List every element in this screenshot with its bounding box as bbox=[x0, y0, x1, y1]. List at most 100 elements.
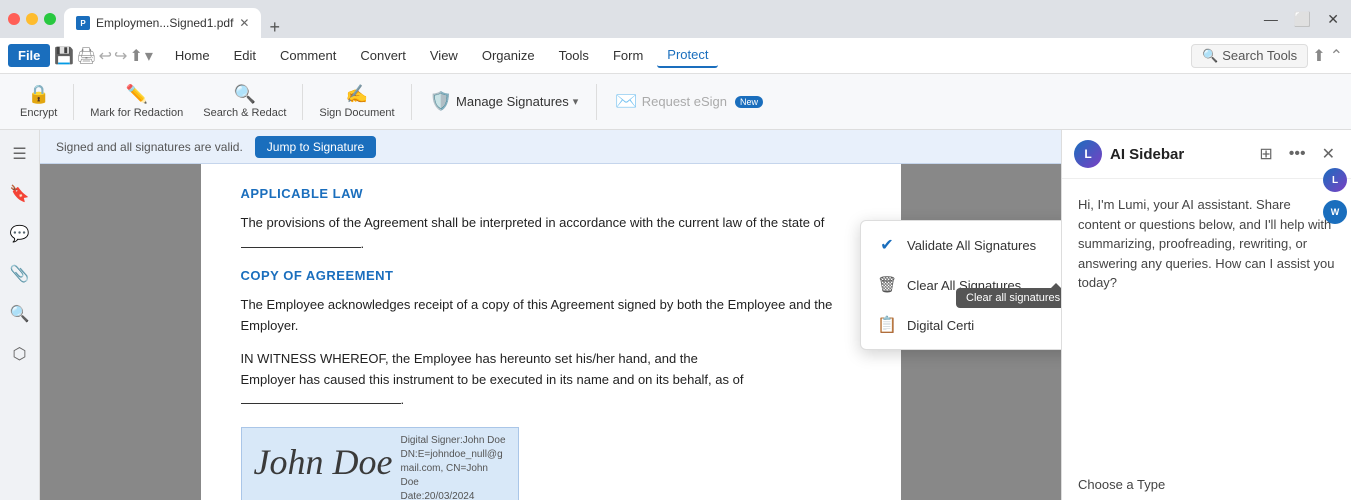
sign-doc-label: Sign Document bbox=[319, 107, 394, 119]
menu-protect[interactable]: Protect bbox=[657, 43, 718, 68]
tab-close-btn[interactable]: ✕ bbox=[239, 16, 249, 30]
validate-icon: ✔ bbox=[877, 235, 897, 255]
encrypt-btn[interactable]: 🔒 Encrypt bbox=[12, 80, 65, 123]
tab-bar: P Employmen...Signed1.pdf ✕ + bbox=[64, 0, 1252, 38]
menu-left: File 💾 🖨 ↩ ↪ ⬆ ▾ Home Edit Comment Conve… bbox=[8, 43, 718, 68]
search-tools-icon: 🔍 bbox=[1202, 48, 1218, 64]
section1-title: APPLICABLE LAW bbox=[241, 184, 861, 205]
sig-name: John Doe bbox=[254, 434, 393, 492]
browser-controls bbox=[8, 13, 56, 25]
divider-1 bbox=[73, 84, 74, 120]
menu-tools[interactable]: Tools bbox=[549, 44, 599, 67]
ai-filter-btn[interactable]: ⊞ bbox=[1255, 142, 1276, 166]
validate-all-sigs-item[interactable]: ✔ Validate All Signatures bbox=[861, 225, 1061, 265]
encrypt-icon: 🔒 bbox=[27, 84, 49, 105]
browser-tab[interactable]: P Employmen...Signed1.pdf ✕ bbox=[64, 8, 261, 38]
manage-sig-label: Manage Signatures bbox=[456, 94, 569, 109]
menu-bar: File 💾 🖨 ↩ ↪ ⬆ ▾ Home Edit Comment Conve… bbox=[0, 38, 1351, 74]
search-redact-icon: 🔍 bbox=[234, 84, 256, 105]
close-btn[interactable]: ✕ bbox=[1323, 9, 1343, 30]
upload-cloud-btn[interactable]: ⬆ bbox=[1312, 46, 1325, 66]
menu-organize[interactable]: Organize bbox=[472, 44, 545, 67]
restore-btn[interactable]: ⬜ bbox=[1290, 9, 1315, 30]
left-sidebar: ☰ 🔖 💬 📎 🔍 ⬡ bbox=[0, 130, 40, 500]
request-esign-badge: New bbox=[735, 96, 763, 108]
undo-btn[interactable]: ↩ bbox=[99, 46, 112, 66]
toolbar: 🔒 Encrypt ✏️ Mark for Redaction 🔍 Search… bbox=[0, 74, 1351, 130]
save-btn[interactable]: 💾 bbox=[54, 46, 74, 66]
ai-close-btn[interactable]: ✕ bbox=[1318, 142, 1339, 166]
collapse-btn[interactable]: ⌃ bbox=[1330, 46, 1343, 66]
ai-sidebar-header: L AI Sidebar ⊞ ••• ✕ bbox=[1062, 130, 1351, 179]
menu-home[interactable]: Home bbox=[165, 44, 220, 67]
blank-date bbox=[241, 403, 401, 404]
ai-sidebar: L AI Sidebar ⊞ ••• ✕ Hi, I'm Lumi, your … bbox=[1061, 130, 1351, 500]
dropdown-arrow-btn[interactable]: ▾ bbox=[145, 46, 153, 66]
sidebar-comment-icon[interactable]: 💬 bbox=[4, 218, 36, 250]
menu-edit[interactable]: Edit bbox=[224, 44, 266, 67]
minimize-btn[interactable]: — bbox=[1260, 9, 1282, 29]
ai-sidebar-title: AI Sidebar bbox=[1110, 146, 1247, 163]
pdf-content: APPLICABLE LAW The provisions of the Agr… bbox=[201, 164, 901, 500]
word-quick-icon[interactable]: W bbox=[1323, 200, 1347, 224]
blank-state bbox=[241, 247, 361, 248]
manage-sig-chevron: ▾ bbox=[573, 95, 579, 108]
ai-content: Hi, I'm Lumi, your AI assistant. Share c… bbox=[1062, 179, 1351, 477]
sidebar-bookmark-icon[interactable]: 🔖 bbox=[4, 178, 36, 210]
search-redact-btn[interactable]: 🔍 Search & Redact bbox=[195, 80, 294, 123]
maximize-window-btn[interactable] bbox=[44, 13, 56, 25]
print-btn[interactable]: 🖨 bbox=[76, 46, 96, 66]
app-container: File 💾 🖨 ↩ ↪ ⬆ ▾ Home Edit Comment Conve… bbox=[0, 38, 1351, 500]
signature-bar: Signed and all signatures are valid. Jum… bbox=[40, 130, 1061, 164]
clear-sigs-icon: 🗑 bbox=[877, 275, 897, 295]
divider-4 bbox=[596, 84, 597, 120]
sidebar-layers-icon[interactable]: ⬡ bbox=[4, 338, 36, 370]
menu-form[interactable]: Form bbox=[603, 44, 653, 67]
lumi-quick-icon[interactable]: L bbox=[1323, 168, 1347, 192]
mark-redaction-btn[interactable]: ✏️ Mark for Redaction bbox=[82, 80, 191, 123]
search-tools-btn[interactable]: 🔍 Search Tools bbox=[1191, 44, 1308, 68]
manage-signatures-dropdown: ✔ Validate All Signatures 🗑 Clear All Si… bbox=[860, 220, 1061, 350]
search-redact-label: Search & Redact bbox=[203, 107, 286, 119]
mark-redaction-label: Mark for Redaction bbox=[90, 107, 183, 119]
sig-valid-text: Signed and all signatures are valid. bbox=[56, 140, 243, 154]
redo-btn[interactable]: ↪ bbox=[114, 46, 127, 66]
content-area: ☰ 🔖 💬 📎 🔍 ⬡ Signed and all signatures ar… bbox=[0, 130, 1351, 500]
lumi-avatar: L bbox=[1074, 140, 1102, 168]
pdf-para3: IN WITNESS WHEREOF, the Employee has her… bbox=[241, 349, 861, 411]
sign-doc-btn[interactable]: ✍️ Sign Document bbox=[311, 80, 402, 123]
digital-cert-item[interactable]: 📋 Digital Certi bbox=[861, 305, 1061, 345]
share-btn[interactable]: ⬆ bbox=[129, 46, 142, 66]
minimize-window-btn[interactable] bbox=[26, 13, 38, 25]
sig-details: Digital Signer:John Doe DN:E=johndoe_nul… bbox=[400, 434, 505, 500]
sidebar-search-icon[interactable]: 🔍 bbox=[4, 298, 36, 330]
signature-block: John Doe Digital Signer:John Doe DN:E=jo… bbox=[241, 427, 861, 500]
menu-convert[interactable]: Convert bbox=[350, 44, 416, 67]
sig-image-block: John Doe Digital Signer:John Doe DN:E=jo… bbox=[241, 427, 519, 500]
jump-to-signature-btn[interactable]: Jump to Signature bbox=[255, 136, 376, 158]
section2-title: COPY OF AGREEMENT bbox=[241, 266, 861, 287]
ai-more-btn[interactable]: ••• bbox=[1285, 143, 1310, 165]
close-window-btn[interactable] bbox=[8, 13, 20, 25]
sidebar-attachment-icon[interactable]: 📎 bbox=[4, 258, 36, 290]
encrypt-label: Encrypt bbox=[20, 107, 57, 119]
menu-comment[interactable]: Comment bbox=[270, 44, 346, 67]
browser-right-controls: — ⬜ ✕ bbox=[1260, 9, 1343, 30]
ai-message: Hi, I'm Lumi, your AI assistant. Share c… bbox=[1078, 195, 1335, 293]
search-tools-label: Search Tools bbox=[1222, 48, 1297, 63]
tab-title: Employmen...Signed1.pdf bbox=[96, 16, 233, 30]
browser-chrome: P Employmen...Signed1.pdf ✕ + — ⬜ ✕ bbox=[0, 0, 1351, 38]
mark-redaction-icon: ✏️ bbox=[126, 84, 148, 105]
divider-2 bbox=[302, 84, 303, 120]
main-content: Signed and all signatures are valid. Jum… bbox=[40, 130, 1061, 500]
request-esign-label: Request eSign bbox=[642, 94, 727, 109]
request-esign-btn[interactable]: ✉️ Request eSign New bbox=[605, 87, 773, 116]
manage-signatures-btn[interactable]: 🛡️ Manage Signatures ▾ bbox=[420, 87, 589, 116]
pdf-para2: The Employee acknowledges receipt of a c… bbox=[241, 295, 861, 337]
validate-label: Validate All Signatures bbox=[907, 238, 1036, 253]
menu-view[interactable]: View bbox=[420, 44, 468, 67]
new-tab-btn[interactable]: + bbox=[261, 17, 288, 38]
sidebar-thumbnail-icon[interactable]: ☰ bbox=[4, 138, 36, 170]
tab-favicon: P bbox=[76, 16, 90, 30]
file-menu-btn[interactable]: File bbox=[8, 44, 50, 67]
